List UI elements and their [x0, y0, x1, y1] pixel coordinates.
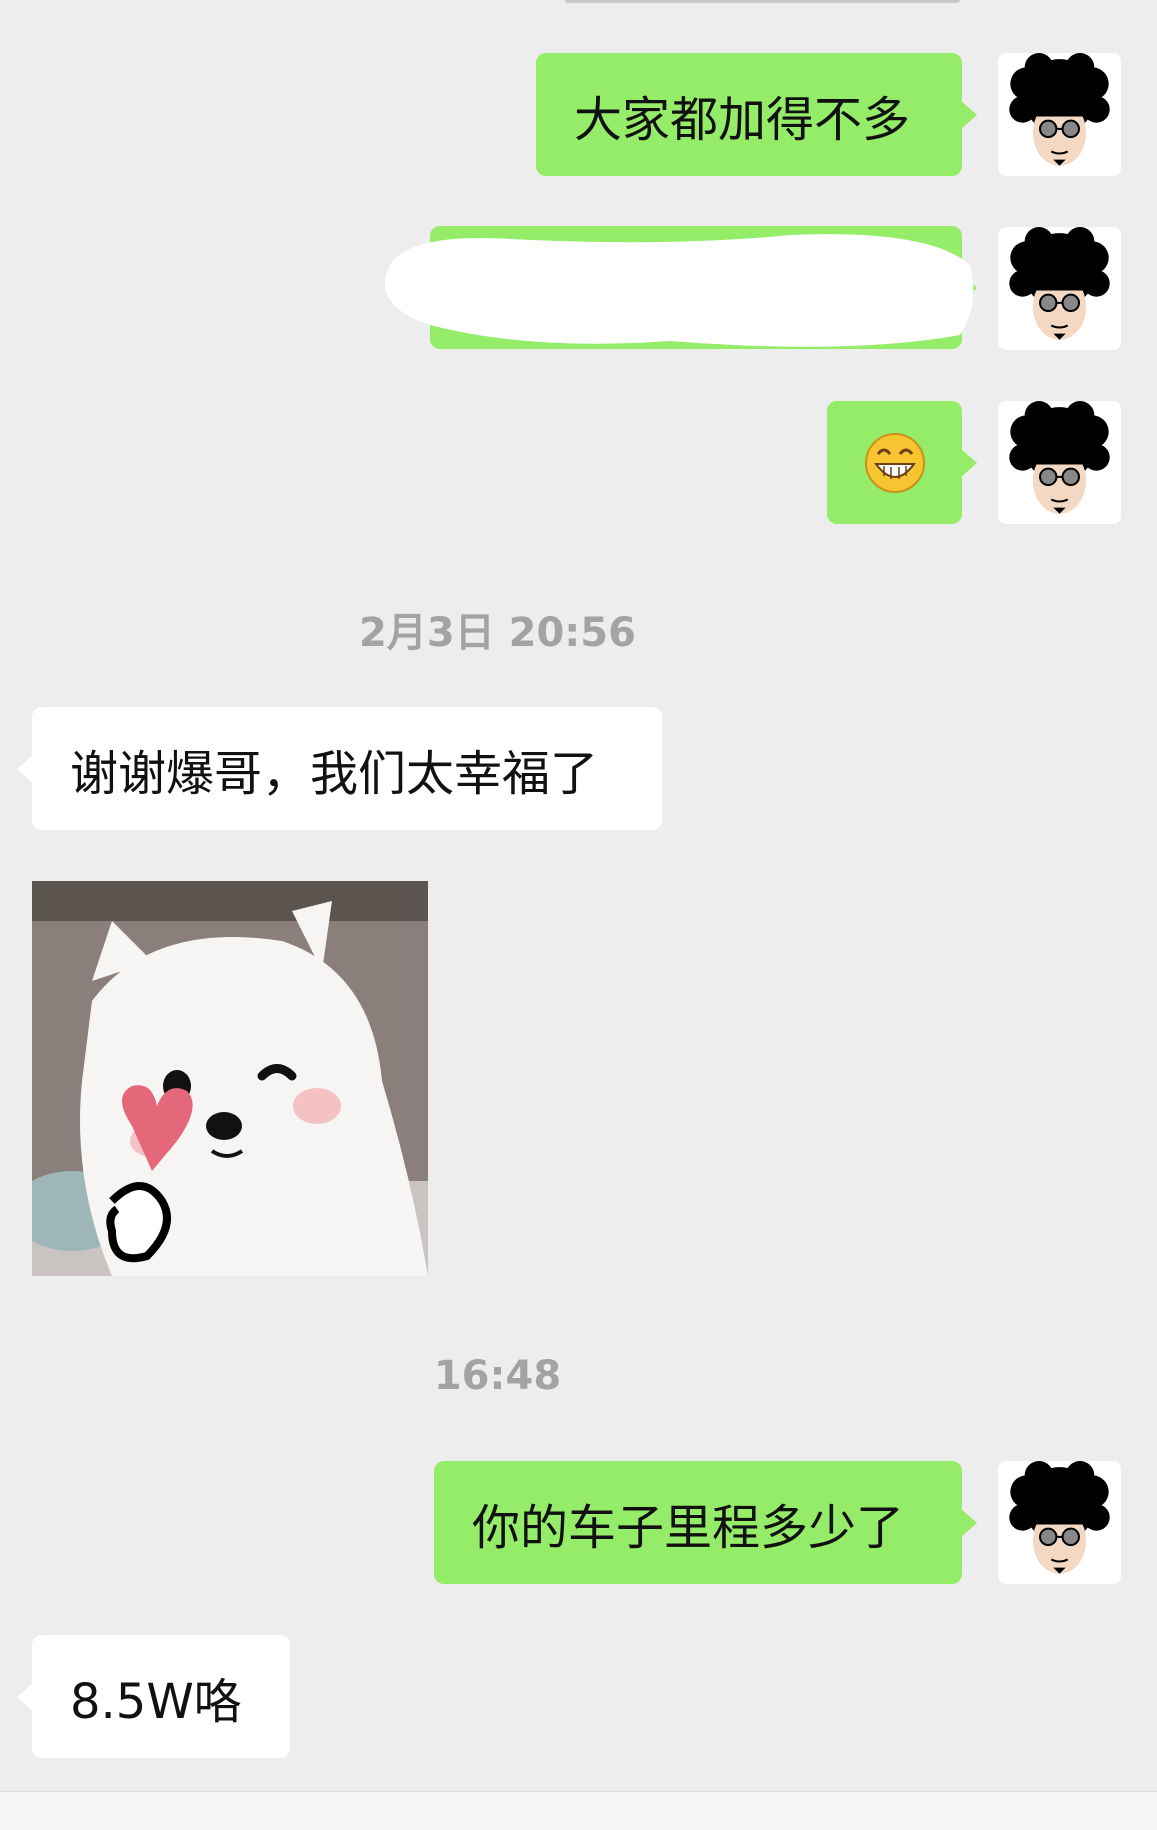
message-bubble-incoming[interactable]: 8.5W咯 [17, 1635, 290, 1758]
afro-sunglasses-avatar-icon [1009, 1461, 1110, 1574]
redaction-scribble [370, 225, 980, 355]
grin-emoji-icon [864, 432, 925, 493]
pomeranian-heart-sticker[interactable] [32, 881, 428, 1276]
message-bubble-incoming[interactable]: 谢谢爆哥，我们太幸福了 [17, 707, 662, 830]
afro-sunglasses-avatar-icon [1009, 401, 1110, 514]
afro-sunglasses-avatar-icon [1009, 53, 1110, 166]
afro-sunglasses-avatar-icon [1009, 227, 1110, 340]
message-text: 谢谢爆哥，我们太幸福了 [70, 745, 599, 802]
timestamp: 2月3日 20:56 [359, 610, 636, 656]
message-bubble-outgoing[interactable]: 大家都加得不多 [536, 53, 977, 176]
avatar-self[interactable] [998, 227, 1121, 350]
avatar-self[interactable] [998, 1461, 1121, 1584]
message-text: 大家都加得不多 [574, 91, 911, 148]
message-bubble-outgoing-emoji[interactable] [827, 401, 977, 524]
avatar-self[interactable] [998, 53, 1121, 176]
message-text: 8.5W咯 [70, 1673, 242, 1730]
avatar-self[interactable] [998, 401, 1121, 524]
message-text: 你的车子里程多少了 [472, 1499, 905, 1556]
message-bubble-outgoing[interactable]: 你的车子里程多少了 [434, 1461, 977, 1584]
timestamp: 16:48 [433, 1353, 562, 1399]
input-bar-edge [0, 1791, 1157, 1830]
previous-image-edge [565, 0, 960, 3]
